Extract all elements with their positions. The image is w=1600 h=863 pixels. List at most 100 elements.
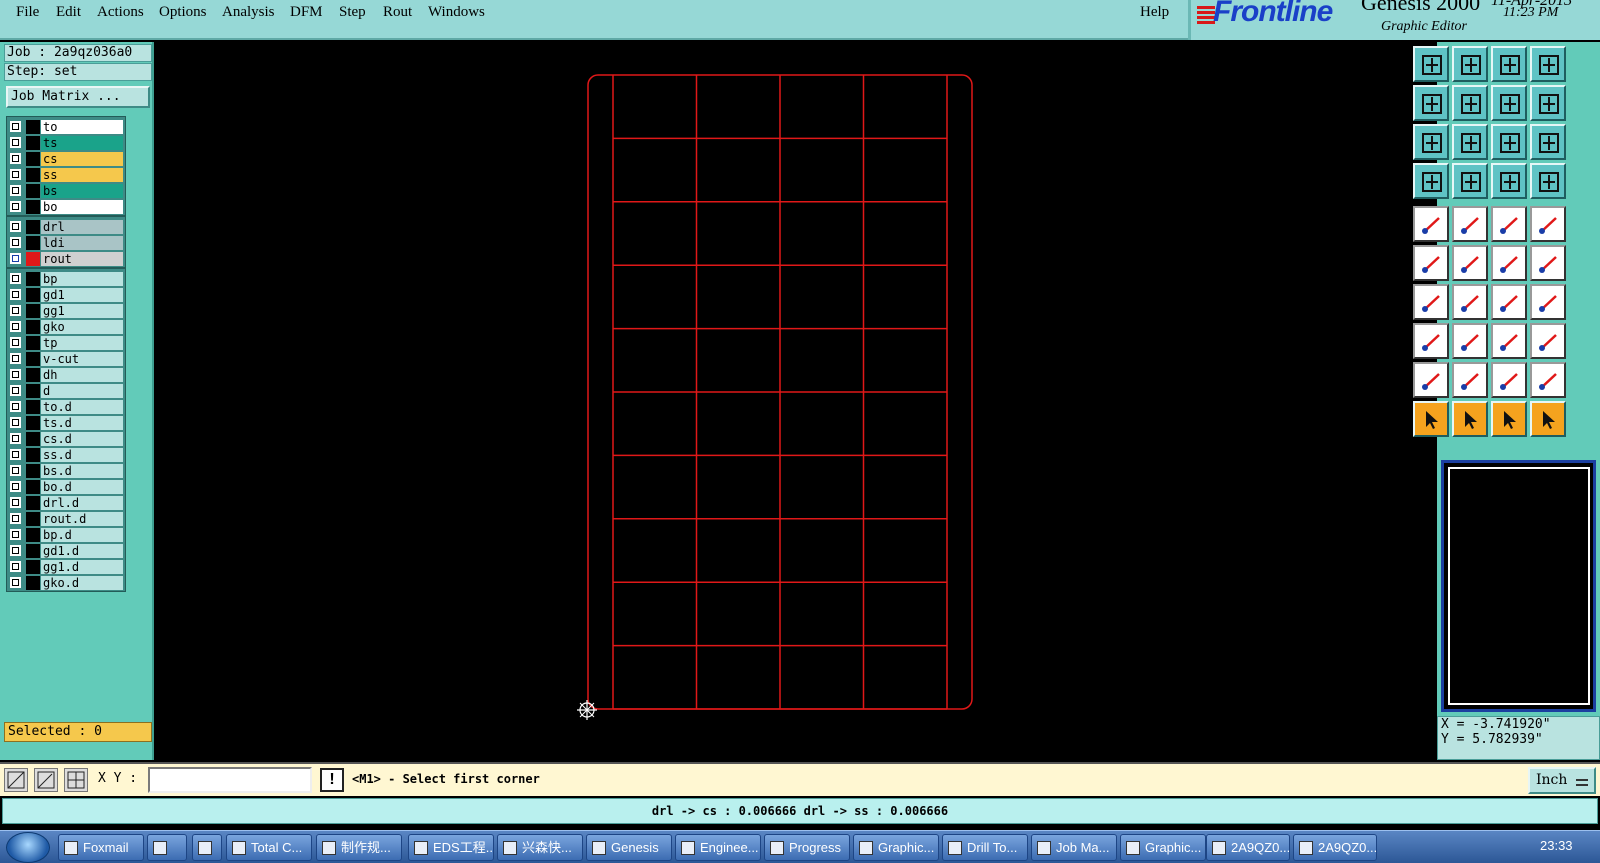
layer-checkbox[interactable] — [10, 169, 21, 180]
save-job-button[interactable] — [1452, 46, 1488, 82]
features-button[interactable] — [1452, 163, 1488, 199]
snap-multi-button[interactable] — [1530, 163, 1566, 199]
pan-right-button[interactable] — [1452, 85, 1488, 121]
taskbar-item[interactable]: Progress — [764, 834, 850, 861]
taskbar-item[interactable]: Job Ma... — [1031, 834, 1117, 861]
layer-row[interactable]: gd1 — [7, 287, 125, 303]
layer-checkbox[interactable] — [10, 481, 21, 492]
layer-row[interactable]: bp.d — [7, 527, 125, 543]
layer-checkbox[interactable] — [10, 273, 21, 284]
connect-points-button[interactable] — [1413, 245, 1449, 281]
taskbar-item[interactable]: Graphic... — [853, 834, 939, 861]
taskbar-item[interactable]: Foxmail — [58, 834, 144, 861]
layer-checkbox[interactable] — [10, 401, 21, 412]
draw-shape-button[interactable] — [1452, 206, 1488, 242]
zoom-fit-button[interactable] — [1413, 124, 1449, 160]
menu-file[interactable]: File — [16, 4, 39, 21]
layer-row[interactable]: bs.d — [7, 463, 125, 479]
layer-checkbox[interactable] — [10, 137, 21, 148]
layer-checkbox[interactable] — [10, 237, 21, 248]
layer-row[interactable]: gko.d — [7, 575, 125, 591]
triangle-c-button[interactable] — [1491, 362, 1527, 398]
taskbar-item[interactable]: 2A9QZ0... — [1293, 834, 1377, 861]
layer-checkbox[interactable] — [10, 201, 21, 212]
layer-checkbox[interactable] — [10, 561, 21, 572]
pad-point-button[interactable] — [1413, 323, 1449, 359]
layer-row[interactable]: cs — [7, 151, 125, 167]
layer-row[interactable]: ldi — [7, 235, 125, 251]
layer-checkbox[interactable] — [10, 289, 21, 300]
redo-zoom-button[interactable] — [1530, 85, 1566, 121]
triangle-b-button[interactable] — [1452, 362, 1488, 398]
layer-row[interactable]: gd1.d — [7, 543, 125, 559]
undo-zoom-button[interactable] — [1491, 85, 1527, 121]
layer-row[interactable]: ts.d — [7, 415, 125, 431]
menu-rout[interactable]: Rout — [383, 4, 412, 21]
measure-ruler-button[interactable] — [1491, 206, 1527, 242]
layer-checkbox[interactable] — [10, 305, 21, 316]
layer-checkbox[interactable] — [10, 121, 21, 132]
xy-input[interactable] — [148, 767, 312, 793]
delete-feature-button[interactable] — [1452, 245, 1488, 281]
layer-row[interactable]: ss.d — [7, 447, 125, 463]
pan-left-button[interactable] — [1413, 85, 1449, 121]
triangle-d-button[interactable] — [1530, 362, 1566, 398]
menu-edit[interactable]: Edit — [56, 4, 81, 21]
layer-checkbox[interactable] — [10, 513, 21, 524]
layer-checkbox[interactable] — [10, 465, 21, 476]
start-button[interactable] — [6, 832, 50, 863]
zoom-one-to-one-button[interactable] — [1491, 124, 1527, 160]
layer-row[interactable]: gg1.d — [7, 559, 125, 575]
taskbar-item[interactable]: 制作规... — [316, 834, 402, 861]
select-box-button[interactable] — [1452, 401, 1488, 437]
zoom-query-button[interactable] — [1530, 124, 1566, 160]
layer-checkbox[interactable] — [10, 497, 21, 508]
layer-checkbox[interactable] — [10, 153, 21, 164]
layer-checkbox[interactable] — [10, 417, 21, 428]
grid-mode-button[interactable] — [64, 768, 88, 792]
layer-checkbox[interactable] — [10, 449, 21, 460]
layer-checkbox[interactable] — [10, 185, 21, 196]
layer-row[interactable]: ss — [7, 167, 125, 183]
taskbar-item[interactable]: Genesis — [586, 834, 672, 861]
home-button[interactable] — [1491, 46, 1527, 82]
layer-checkbox[interactable] — [10, 385, 21, 396]
taskbar-item[interactable] — [147, 834, 187, 861]
units-dropdown[interactable]: Inch — [1528, 767, 1596, 794]
move-point-button[interactable] — [1491, 245, 1527, 281]
taskbar-item[interactable]: Enginee... — [675, 834, 761, 861]
layer-row[interactable]: gg1 — [7, 303, 125, 319]
layer-row[interactable]: rout.d — [7, 511, 125, 527]
layer-checkbox[interactable] — [10, 577, 21, 588]
job-matrix-button[interactable]: Job Matrix ... — [6, 86, 150, 108]
layer-row[interactable]: cs.d — [7, 431, 125, 447]
layer-checkbox[interactable] — [10, 353, 21, 364]
slant-line-button[interactable] — [1452, 284, 1488, 320]
layer-row[interactable]: drl.d — [7, 495, 125, 511]
taskbar-item[interactable]: 兴森快... — [497, 834, 583, 861]
snap-mode-button[interactable] — [4, 768, 28, 792]
layer-row[interactable]: bo — [7, 199, 125, 215]
layer-checkbox[interactable] — [10, 321, 21, 332]
taskbar-item[interactable]: Total C... — [226, 834, 312, 861]
layer-checkbox[interactable] — [10, 369, 21, 380]
alert-button[interactable]: ! — [320, 768, 344, 792]
circle-pad-button[interactable] — [1530, 206, 1566, 242]
layer-row[interactable]: drl — [7, 219, 125, 235]
select-polygon-button[interactable] — [1491, 401, 1527, 437]
zoom-center-button[interactable] — [1452, 124, 1488, 160]
layer-checkbox[interactable] — [10, 221, 21, 232]
line-point-button[interactable] — [1530, 245, 1566, 281]
window-split-button[interactable] — [1530, 46, 1566, 82]
rotate-button[interactable] — [1491, 284, 1527, 320]
layer-row[interactable]: tp — [7, 335, 125, 351]
layer-row[interactable]: dh — [7, 367, 125, 383]
taskbar-item[interactable]: EDS工程... — [408, 834, 494, 861]
layer-row[interactable]: bo.d — [7, 479, 125, 495]
triangle-a-button[interactable] — [1413, 362, 1449, 398]
layer-row[interactable]: gko — [7, 319, 125, 335]
layer-row[interactable]: v-cut — [7, 351, 125, 367]
menu-options[interactable]: Options — [159, 4, 207, 21]
graphic-canvas[interactable] — [156, 42, 1406, 760]
mirror-text-button[interactable] — [1530, 284, 1566, 320]
